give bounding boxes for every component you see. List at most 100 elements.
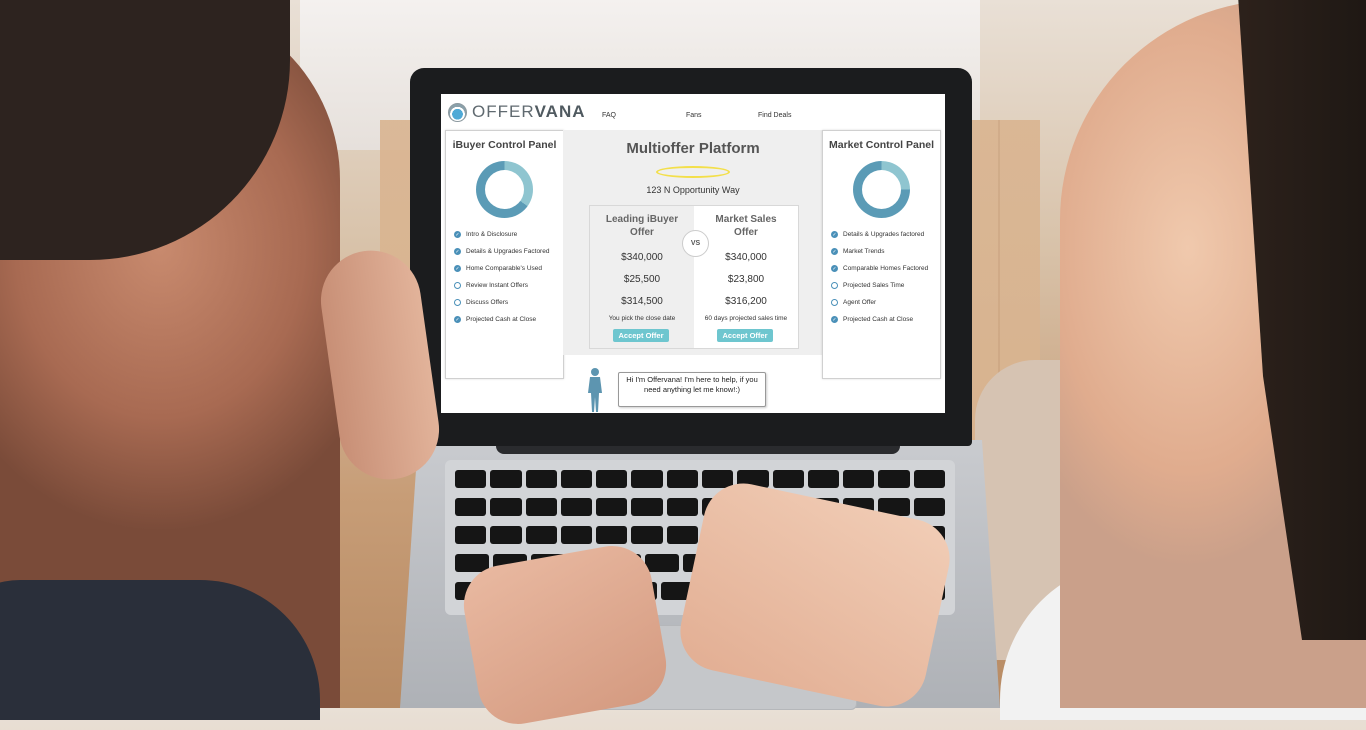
check-circle-icon: ✓: [454, 231, 461, 238]
checklist-item[interactable]: Agent Offer: [831, 294, 928, 311]
offer-comparison: Leading iBuyer Offer $340,000 $25,500 $3…: [589, 205, 799, 349]
keyboard-key: [490, 470, 522, 488]
ibuyer-offer: Leading iBuyer Offer $340,000 $25,500 $3…: [590, 206, 694, 348]
checklist-item-label: Market Trends: [843, 248, 885, 255]
keyboard-key: [843, 470, 875, 488]
checklist-item-label: Details & Upgrades Factored: [466, 248, 550, 255]
market-heading-line2: Offer: [734, 227, 758, 238]
person-left-typing-hand: [457, 539, 673, 730]
keyboard-key: [807, 470, 840, 488]
keyboard-key: [596, 526, 628, 544]
assistant-speech-bubble: Hi I'm Offervana! I'm here to help, if y…: [618, 372, 766, 407]
market-offer-heading: Market Sales Offer: [694, 213, 798, 239]
logo-house-icon: [448, 102, 467, 122]
market-offer-price: $340,000: [725, 252, 767, 263]
empty-circle-icon: [454, 282, 461, 289]
keyboard-key: [525, 470, 557, 488]
keyboard-key: [878, 470, 910, 488]
checklist-item[interactable]: ✓ Projected Cash at Close: [831, 311, 928, 328]
ibuyer-checklist: ✓ Intro & Disclosure ✓ Details & Upgrades F…: [454, 226, 549, 328]
keyboard-key: [631, 526, 663, 544]
keyboard-key: [455, 498, 487, 516]
property-address: 123 N Opportunity Way: [646, 185, 740, 195]
checklist-item-label: Projected Cash at Close: [843, 316, 914, 323]
keyboard-key: [455, 470, 487, 488]
checklist-item[interactable]: ✓ Intro & Disclosure: [454, 226, 549, 243]
market-offer-net: $316,200: [725, 296, 767, 307]
ibuyer-offer-fees: $25,500: [623, 274, 661, 285]
checklist-item[interactable]: ✓ Details & Upgrades factored: [831, 226, 928, 243]
check-circle-icon: ✓: [831, 248, 838, 255]
nav-fans[interactable]: Fans: [686, 112, 702, 119]
progress-donut: [476, 161, 533, 218]
empty-circle-icon: [831, 282, 838, 289]
market-accept-offer-button[interactable]: Accept Offer: [717, 329, 773, 342]
market-heading-line1: Market Sales: [715, 214, 777, 225]
check-circle-icon: ✓: [831, 265, 838, 272]
keyboard-key: [490, 526, 522, 544]
nav-find-deals[interactable]: Find Deals: [758, 112, 791, 119]
keyboard-key: [596, 498, 628, 516]
market-control-panel: Market Control Panel ✓ Details & Upgrades…: [822, 130, 941, 379]
market-checklist: ✓ Details & Upgrades factored ✓ Market Tren…: [831, 226, 928, 328]
checklist-item-label: Projected Cash at Close: [466, 316, 537, 323]
keyboard-key: [455, 526, 487, 544]
market-offer: Market Sales Offer $340,000 $23,800 $316…: [694, 206, 798, 348]
check-circle-icon: ✓: [831, 316, 838, 323]
keyboard-key: [631, 470, 663, 488]
multioffer-platform: Multioffer Platform 123 N Opportunity Wa…: [563, 130, 823, 355]
checklist-item-label: Details & Upgrades factored: [843, 231, 925, 238]
empty-circle-icon: [831, 299, 838, 306]
keyboard-key: [560, 470, 593, 488]
empty-circle-icon: [454, 299, 461, 306]
ibuyer-heading-line1: Leading iBuyer: [605, 214, 679, 225]
checklist-item[interactable]: ✓ Details & Upgrades Factored: [454, 243, 549, 260]
checklist-item-label: Review Instant Offers: [466, 282, 529, 289]
keyboard-key: [913, 470, 945, 488]
check-circle-icon: ✓: [831, 231, 838, 238]
keyboard-key: [525, 498, 557, 516]
panel-title: iBuyer Control Panel: [452, 139, 557, 151]
nav-faq[interactable]: FAQ: [602, 112, 616, 119]
checklist-item[interactable]: Review Instant Offers: [454, 277, 549, 294]
keyboard-key: [666, 470, 698, 488]
check-circle-icon: ✓: [454, 265, 461, 272]
laptop-screen: OFFERVANA FAQ Fans Find Deals iBuyer Con…: [441, 94, 945, 413]
keyboard-key: [596, 470, 628, 488]
ibuyer-offer-heading: Leading iBuyer Offer: [590, 213, 694, 239]
checklist-item-label: Discuss Offers: [466, 299, 509, 306]
checklist-item-label: Home Comparable's Used: [466, 265, 543, 272]
checklist-item[interactable]: ✓ Market Trends: [831, 243, 928, 260]
checklist-item-label: Projected Sales Time: [843, 282, 905, 289]
checklist-item[interactable]: Projected Sales Time: [831, 277, 928, 294]
checklist-item[interactable]: ✓ Comparable Homes Factored: [831, 260, 928, 277]
keyboard-key: [525, 526, 557, 544]
offervana-logo[interactable]: OFFERVANA: [448, 102, 586, 122]
keyboard-key: [645, 554, 679, 572]
keyboard-key: [666, 498, 698, 516]
logo-text-light: OFFER: [472, 102, 535, 121]
checklist-item[interactable]: ✓ Projected Cash at Close: [454, 311, 549, 328]
check-circle-icon: ✓: [454, 248, 461, 255]
checklist-item[interactable]: ✓ Home Comparable's Used: [454, 260, 549, 277]
keyboard-key: [560, 526, 593, 544]
market-offer-note: 60 days projected sales time: [704, 315, 788, 322]
market-offer-fees: $23,800: [727, 274, 765, 285]
keyboard-key: [913, 498, 945, 516]
logo-text-bold: VANA: [534, 102, 586, 121]
assistant-avatar-icon[interactable]: [586, 367, 604, 412]
ibuyer-heading-line2: Offer: [630, 227, 654, 238]
checklist-item[interactable]: Discuss Offers: [454, 294, 549, 311]
ibuyer-offer-price: $340,000: [621, 252, 663, 263]
vs-badge: VS: [682, 230, 709, 257]
keyboard-key: [631, 498, 663, 516]
check-circle-icon: ✓: [454, 316, 461, 323]
keyboard-key: [772, 470, 804, 488]
keyboard-key: [560, 498, 593, 516]
panel-title: Market Control Panel: [828, 139, 935, 151]
keyboard-key: [490, 498, 522, 516]
checklist-item-label: Comparable Homes Factored: [843, 265, 929, 272]
progress-donut: [853, 161, 910, 218]
checklist-item-label: Agent Offer: [843, 299, 877, 306]
ibuyer-accept-offer-button[interactable]: Accept Offer: [613, 329, 669, 342]
